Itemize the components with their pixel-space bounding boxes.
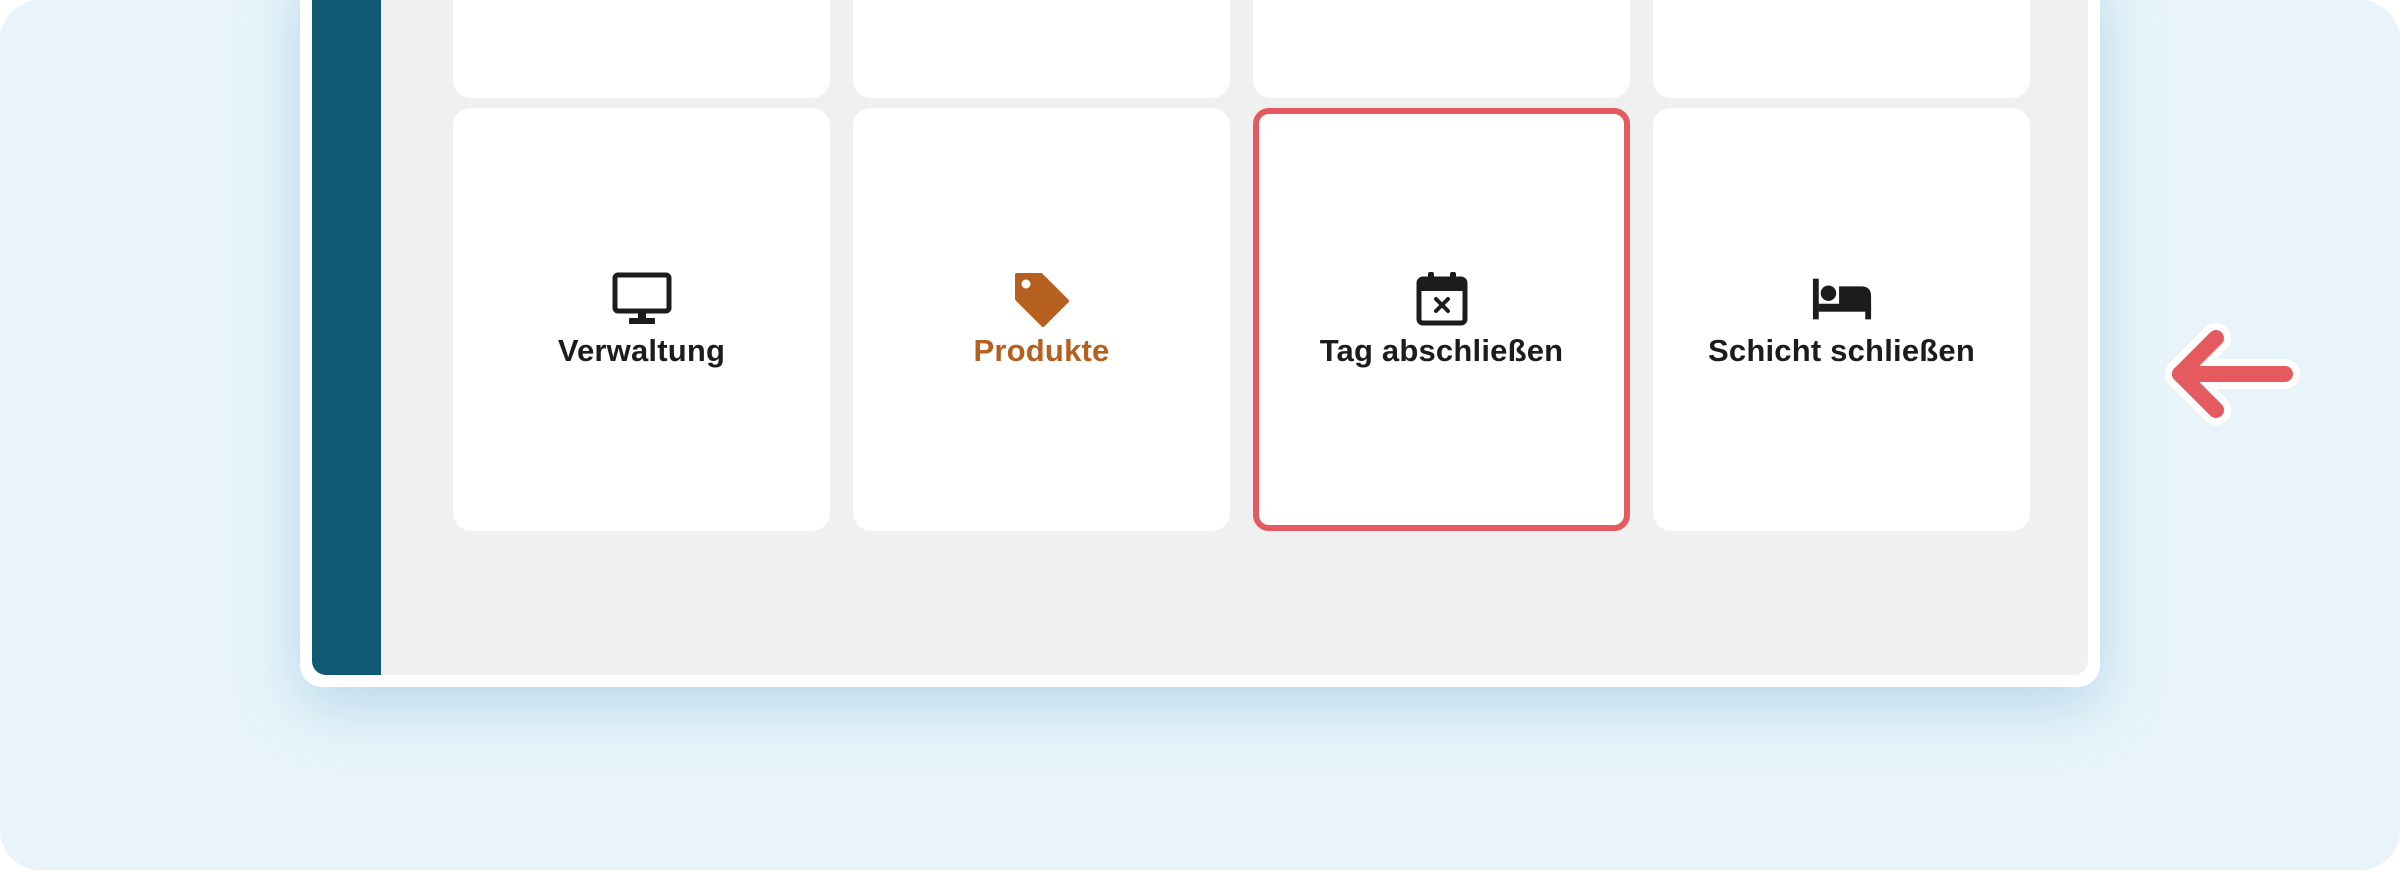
- schicht-schliessen-label: Schicht schließen: [1708, 332, 1975, 368]
- monitor-icon: [611, 271, 673, 327]
- tile-top-1[interactable]: [453, 0, 830, 98]
- bed-icon: [1811, 271, 1873, 327]
- arrow-left-icon: [2160, 318, 2300, 430]
- sidebar: [312, 0, 381, 675]
- price-tag-icon: [1011, 271, 1073, 327]
- tile-top-2[interactable]: [853, 0, 1230, 98]
- produkte-tile[interactable]: Produkte: [853, 108, 1230, 531]
- verwaltung-label: Verwaltung: [557, 332, 726, 368]
- schicht-schliessen-tile[interactable]: Schicht schließen: [1653, 108, 2030, 531]
- tile-top-4[interactable]: [1653, 0, 2030, 98]
- produkte-label: Produkte: [973, 332, 1110, 368]
- tag-abschliessen-tile[interactable]: Tag abschließen: [1253, 108, 1630, 531]
- screenshot-stage: Verwaltung Produkte Tag abschließen Schi…: [0, 0, 2400, 870]
- calendar-close-icon: [1411, 271, 1473, 327]
- app-window: Verwaltung Produkte Tag abschließen Schi…: [300, 0, 2100, 687]
- app-content: Verwaltung Produkte Tag abschließen Schi…: [312, 0, 2088, 675]
- tile-top-3[interactable]: [1253, 0, 1630, 98]
- verwaltung-tile[interactable]: Verwaltung: [453, 108, 830, 531]
- tag-abschliessen-label: Tag abschließen: [1319, 332, 1564, 368]
